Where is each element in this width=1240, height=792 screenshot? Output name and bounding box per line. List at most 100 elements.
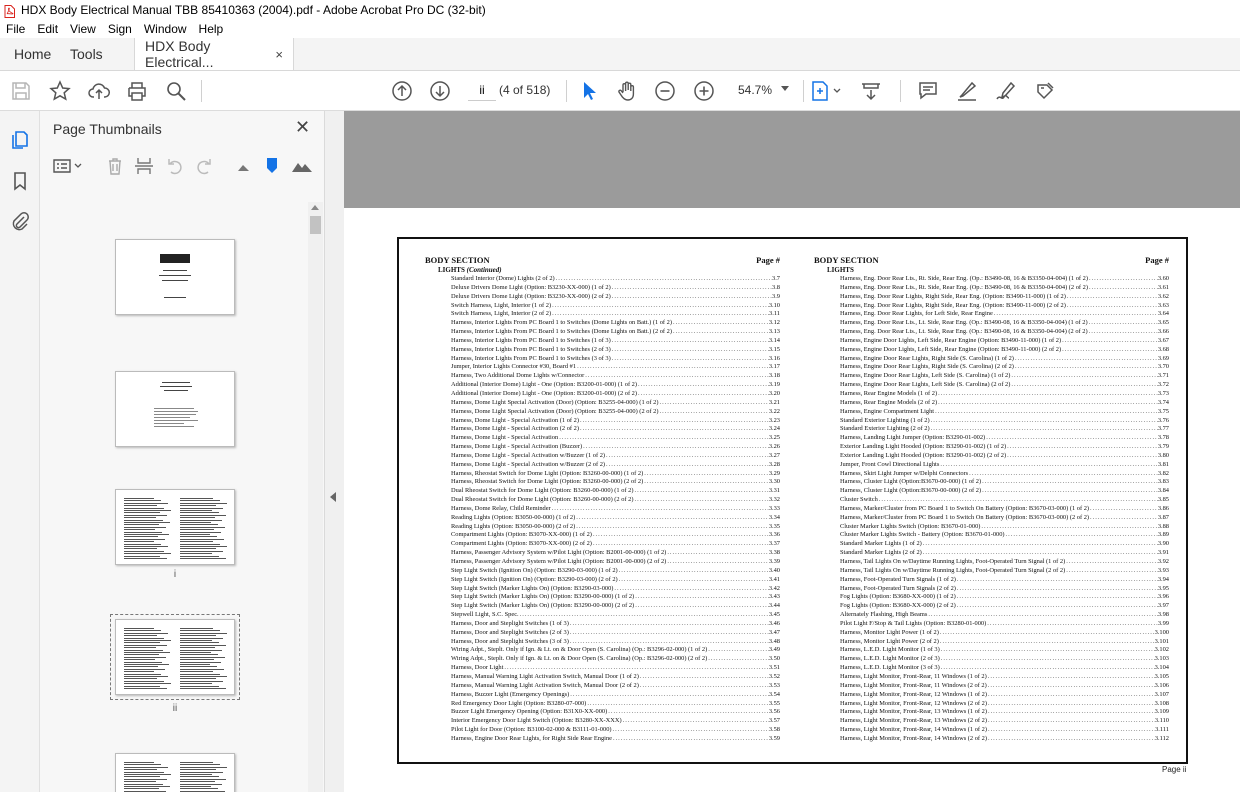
toc-entry[interactable]: Harness, Light Monitor, Front-Rear, 11 W…: [840, 682, 1169, 691]
select-cursor-icon[interactable]: [577, 79, 601, 103]
toc-entry[interactable]: Pilot Light for Door (Option: B3100-02-0…: [451, 726, 780, 735]
toc-entry[interactable]: Harness, L.E.D. Light Monitor (3 of 3) 3.…: [840, 664, 1169, 673]
toc-entry[interactable]: Harness, Light Monitor, Front-Rear, 12 W…: [840, 700, 1169, 709]
page-thumbnail-selected[interactable]: [110, 614, 240, 700]
collapse-panel-icon[interactable]: [330, 492, 336, 502]
toc-entry[interactable]: Harness, Manual Warning Light Activation…: [451, 682, 780, 691]
panel-close-icon[interactable]: ✕: [295, 118, 310, 136]
toc-entry[interactable]: Harness, Cluster Light (Option:B3670-00-…: [840, 487, 1169, 496]
comment-icon[interactable]: [916, 79, 940, 103]
page-thumbnail[interactable]: [115, 489, 235, 565]
page-thumbnails-icon[interactable]: [9, 129, 31, 151]
fill-sign-icon[interactable]: [1033, 79, 1057, 103]
zoom-in-icon[interactable]: [692, 79, 716, 103]
toc-entry[interactable]: Deluxe Drivers Dome Light (Option: B3230…: [451, 284, 780, 293]
toc-entry[interactable]: Harness, Engine Door Rear Lights, Right …: [840, 363, 1169, 372]
toc-entry[interactable]: Harness, Door and Steplight Switches (2 …: [451, 629, 780, 638]
delete-page-icon[interactable]: [104, 155, 126, 177]
toc-entry[interactable]: Interior Emergency Door Light Switch (Op…: [451, 717, 780, 726]
toc-entry[interactable]: Additional (Interior Dome) Light - One (…: [451, 381, 780, 390]
toc-entry[interactable]: Exterior Landing Light Hooded (Option: B…: [840, 452, 1169, 461]
toc-entry[interactable]: Jumper, Interior Lights Connector #30, B…: [451, 363, 780, 372]
toc-entry[interactable]: Harness, Cluster Light (Option:B3670-00-…: [840, 478, 1169, 487]
toc-entry[interactable]: Harness, Engine Door Rear Lights, Left S…: [840, 381, 1169, 390]
toc-entry[interactable]: Harness, Manual Warning Light Activation…: [451, 673, 780, 682]
toc-entry[interactable]: Harness, L.E.D. Light Monitor (2 of 3) 3.…: [840, 655, 1169, 664]
previous-page-icon[interactable]: [390, 79, 414, 103]
toc-entry[interactable]: Dual Rheostat Switch for Dome Light (Opt…: [451, 487, 780, 496]
toc-entry[interactable]: Harness, Engine Door Rear Lights, Left S…: [840, 372, 1169, 381]
next-page-icon[interactable]: [428, 79, 452, 103]
toc-entry[interactable]: Harness, Dome Light Special Activation (…: [451, 408, 780, 417]
tab-close-icon[interactable]: ×: [275, 47, 283, 62]
toc-entry[interactable]: Harness, Passenger Advisory System w/Pil…: [451, 558, 780, 567]
highlight-pen-icon[interactable]: [955, 79, 979, 103]
page-thumbnail[interactable]: [115, 239, 235, 315]
toc-entry[interactable]: Harness, Dome Light - Special Activation…: [451, 443, 780, 452]
toc-entry[interactable]: Harness, Landing Light Jumper (Option: B…: [840, 434, 1169, 443]
toc-entry[interactable]: Harness, Foot-Operated Turn Signals (2 o…: [840, 585, 1169, 594]
toc-entry[interactable]: Cluster Switch 3.85: [840, 496, 1169, 505]
scroll-mode-icon[interactable]: [859, 79, 883, 103]
toc-entry[interactable]: Harness, Interior Lights From PC Board 1…: [451, 328, 780, 337]
fit-page-icon[interactable]: [810, 79, 844, 103]
tab-home[interactable]: Home: [0, 38, 62, 70]
toc-entry[interactable]: Step Light Switch (Marker Lights On) (Op…: [451, 602, 780, 611]
scroll-up-icon[interactable]: [311, 205, 319, 210]
toc-entry[interactable]: Harness, Interior Lights From PC Board 1…: [451, 319, 780, 328]
toc-entry[interactable]: Harness, Dome Light Special Activation (…: [451, 399, 780, 408]
toc-entry[interactable]: Harness, Eng. Door Rear Lts., Rt. Side, …: [840, 284, 1169, 293]
search-icon[interactable]: [164, 79, 188, 103]
toc-entry[interactable]: Harness, Light Monitor, Front-Rear, 11 W…: [840, 673, 1169, 682]
toc-entry[interactable]: Harness, Dome Light - Special Activation…: [451, 425, 780, 434]
menu-help[interactable]: Help: [193, 22, 230, 36]
toc-entry[interactable]: Harness, Engine Door Rear Lights, Right …: [840, 355, 1169, 364]
scrollbar-thumb[interactable]: [310, 216, 321, 234]
toc-entry[interactable]: Harness, Eng. Door Rear Lts., Lt. Side, …: [840, 319, 1169, 328]
toc-entry[interactable]: Red Emergency Door Light (Option: B3280-…: [451, 700, 780, 709]
menu-window[interactable]: Window: [138, 22, 193, 36]
page-thumbnail[interactable]: [115, 753, 235, 792]
insert-page-icon[interactable]: [133, 155, 155, 177]
tab-document[interactable]: HDX Body Electrical... ×: [134, 38, 294, 70]
rotate-left-icon[interactable]: [164, 155, 186, 177]
toc-entry[interactable]: Harness, Interior Lights From PC Board 1…: [451, 337, 780, 346]
zoom-level[interactable]: 54.7%: [738, 83, 772, 97]
toc-entry[interactable]: Harness, Engine Compartment Light 3.75: [840, 408, 1169, 417]
toc-entry[interactable]: Harness, Marker/Cluster from PC Board 1 …: [840, 505, 1169, 514]
toc-entry[interactable]: Harness, Eng. Door Rear Lights, for Left…: [840, 310, 1169, 319]
toc-entry[interactable]: Wiring Adpt., Steplt. Only if Ign. & Lt.…: [451, 655, 780, 664]
toc-entry[interactable]: Harness, Light Monitor, Front-Rear, 13 W…: [840, 708, 1169, 717]
toc-entry[interactable]: Harness, Rear Engine Models (2 of 2) 3.74: [840, 399, 1169, 408]
toc-entry[interactable]: Step Light Switch (Marker Lights On) (Op…: [451, 593, 780, 602]
toc-entry[interactable]: Harness, Two Additional Dome Lights w/Co…: [451, 372, 780, 381]
toc-entry[interactable]: Step Light Switch (Ignition On) (Option:…: [451, 576, 780, 585]
toc-entry[interactable]: Compartment Lights (Option: B3070-XX-000…: [451, 531, 780, 540]
toc-entry[interactable]: Harness, Door and Steplight Switches (3 …: [451, 638, 780, 647]
toc-entry[interactable]: Harness, Rheostat Switch for Dome Light …: [451, 478, 780, 487]
menu-view[interactable]: View: [64, 22, 102, 36]
page-thumbnail[interactable]: [115, 371, 235, 447]
toc-entry[interactable]: Standard Exterior Lighting (2 of 2) 3.77: [840, 425, 1169, 434]
toc-entry[interactable]: Switch Harness, Light, Interior (1 of 2)…: [451, 302, 780, 311]
toc-entry[interactable]: Harness, Light Monitor, Front-Rear, 12 W…: [840, 691, 1169, 700]
toc-entry[interactable]: Harness, Dome Light - Special Activation…: [451, 417, 780, 426]
toc-entry[interactable]: Buzzer Light Emergency Opening (Option: …: [451, 708, 780, 717]
menu-sign[interactable]: Sign: [102, 22, 138, 36]
toc-entry[interactable]: Standard Interior (Dome) Lights (2 of 2)…: [451, 275, 780, 284]
toc-entry[interactable]: Harness, Tail Lights On w/Daytime Runnin…: [840, 567, 1169, 576]
toc-entry[interactable]: Jumper, Front Cowl Directional Lights 3.8…: [840, 461, 1169, 470]
toc-entry[interactable]: Additional (Interior Dome) Light - One (…: [451, 390, 780, 399]
toc-entry[interactable]: Harness, Monitor Light Power (1 of 2) 3.1…: [840, 629, 1169, 638]
toc-entry[interactable]: Standard Exterior Lighting (1 of 2) 3.76: [840, 417, 1169, 426]
save-icon[interactable]: [9, 79, 33, 103]
toc-entry[interactable]: Stepwell Light, S.C. Spec. 3.45: [451, 611, 780, 620]
toc-entry[interactable]: Dual Rheostat Switch for Dome Light (Opt…: [451, 496, 780, 505]
toc-entry[interactable]: Reading Lights (Option: B3050-00-000) (2…: [451, 523, 780, 532]
tab-tools[interactable]: Tools: [62, 38, 130, 70]
toc-entry[interactable]: Harness, Monitor Light Power (2 of 2) 3.1…: [840, 638, 1169, 647]
toc-entry[interactable]: Alternately Flashing, High Beams 3.98: [840, 611, 1169, 620]
small-thumbnails-icon[interactable]: [236, 155, 252, 177]
toc-entry[interactable]: Fog Lights (Option: B3680-XX-000) (2 of …: [840, 602, 1169, 611]
toc-entry[interactable]: Harness, Light Monitor, Front-Rear, 14 W…: [840, 735, 1169, 744]
